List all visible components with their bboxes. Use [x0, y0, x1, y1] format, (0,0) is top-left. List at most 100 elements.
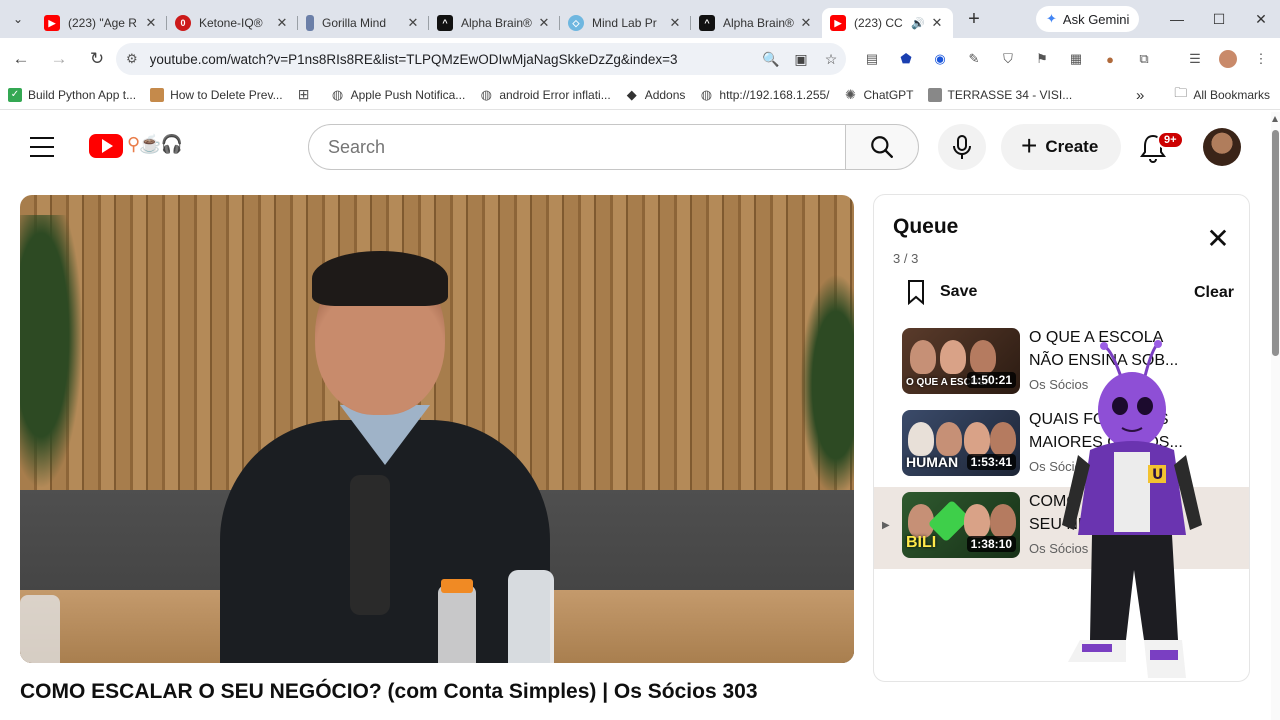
tab-title: (223) "Age R — [68, 16, 137, 30]
tab-title: Mind Lab Pr — [592, 16, 657, 30]
ask-gemini-button[interactable]: ✦ Ask Gemini — [1036, 6, 1140, 32]
extension-icon[interactable]: ⚑ — [1033, 50, 1051, 68]
apps-icon: ⊞ — [297, 86, 310, 102]
reload-icon[interactable]: ↻ — [80, 42, 114, 76]
close-tab-icon[interactable]: ✕ — [274, 15, 290, 31]
tab-title: Alpha Brain® — [461, 16, 532, 30]
close-tab-icon[interactable]: ✕ — [667, 15, 683, 31]
url-text[interactable]: youtube.com/watch?v=P1ns8RIs8RE&list=TLP… — [150, 52, 756, 67]
close-queue-icon[interactable]: ✕ — [1204, 225, 1232, 253]
thumbnail-caption: HUMAN — [906, 454, 959, 470]
bookmark-item[interactable]: ◍ android Error inflati... — [479, 87, 611, 102]
cast-icon[interactable]: ▣ — [786, 51, 816, 68]
alpha-brain-icon: ^ — [437, 15, 453, 31]
now-playing-icon: ▶ — [882, 520, 890, 531]
bookmark-item[interactable]: How to Delete Prev... — [150, 87, 283, 102]
page-scrollbar[interactable] — [1271, 112, 1280, 720]
video-duration: 1:53:41 — [966, 454, 1016, 470]
bookmark-star-icon[interactable]: ☆ — [816, 51, 846, 68]
bookmark-label: Build Python App t... — [28, 87, 137, 102]
account-avatar[interactable] — [1203, 128, 1241, 166]
youtube-doodle-icon[interactable]: ⚲☕🎧 — [127, 134, 183, 155]
extension-icon[interactable]: ✎ — [965, 50, 983, 68]
video-title: COMO ESCALAR O SEU NEGÓCIO? (com Conta S… — [20, 680, 758, 703]
extension-icon[interactable]: ⛉ — [999, 50, 1017, 68]
video-frame-microphone — [350, 475, 390, 615]
close-window-icon[interactable]: ✕ — [1238, 0, 1280, 38]
video-thumbnail[interactable]: O QUE A ESCOLA 1:50:21 — [902, 328, 1020, 394]
site-settings-icon[interactable]: ⚙ — [126, 51, 138, 67]
more-bookmarks-chevron[interactable]: » — [1136, 87, 1144, 104]
voice-search-button[interactable] — [938, 124, 986, 170]
speaker-icon[interactable]: 🔊 — [911, 17, 925, 30]
youtube-logo[interactable] — [89, 134, 123, 158]
reading-list-icon[interactable]: ☰ — [1186, 50, 1204, 68]
browser-tab[interactable]: ▶ (223) "Age R ✕ — [36, 8, 167, 38]
clear-queue-button[interactable]: Clear — [1194, 284, 1234, 302]
bookmark-item[interactable]: TERRASSE 34 - VISI... — [927, 87, 1072, 102]
extension-icon[interactable]: ▦ — [1067, 50, 1085, 68]
globe-icon: ◍ — [331, 86, 344, 102]
tab-search-chevron-icon[interactable]: ⌄ — [0, 0, 36, 38]
shield-extension-icon[interactable]: ⬟ — [897, 50, 915, 68]
gorilla-icon — [306, 15, 314, 31]
close-tab-icon[interactable]: ✕ — [405, 15, 421, 31]
close-tab-icon[interactable]: ✕ — [143, 15, 159, 31]
chrome-menu-icon[interactable]: ⋮ — [1252, 50, 1270, 68]
close-tab-icon[interactable]: ✕ — [929, 15, 945, 31]
browser-tab-active[interactable]: ▶ (223) CC 🔊 ✕ — [822, 8, 953, 38]
video-frame-plant — [20, 215, 90, 515]
search-box[interactable] — [308, 124, 846, 170]
close-tab-icon[interactable]: ✕ — [536, 15, 552, 31]
extension-icon[interactable]: ● — [1101, 50, 1119, 68]
tab-title: Gorilla Mind — [322, 16, 387, 30]
close-tab-icon[interactable]: ✕ — [798, 15, 814, 31]
menu-hamburger-icon[interactable] — [30, 137, 54, 157]
back-arrow-icon[interactable]: ← — [4, 42, 38, 76]
youtube-icon: ▶ — [44, 15, 60, 31]
maximize-window-icon[interactable]: ☐ — [1196, 0, 1242, 38]
folder-icon: 🗀 — [1174, 85, 1188, 100]
scrollbar-thumb[interactable] — [1272, 130, 1279, 356]
video-frame-bottle — [20, 595, 60, 663]
extensions-puzzle-icon[interactable]: ⧉ — [1135, 50, 1153, 68]
extension-icon[interactable]: ▤ — [863, 50, 881, 68]
new-tab-icon[interactable]: + — [959, 8, 989, 31]
mindlab-icon: ◇ — [568, 15, 584, 31]
video-thumbnail[interactable]: HUMAN 1:53:41 — [902, 410, 1020, 476]
video-thumbnail[interactable]: BILI 1:38:10 — [902, 492, 1020, 558]
create-button[interactable]: + Create — [1001, 124, 1121, 170]
thumbnail-caption: BILI — [906, 534, 937, 551]
circle-extension-icon[interactable]: ◉ — [931, 50, 949, 68]
browser-tab[interactable]: Gorilla Mind ✕ — [298, 8, 429, 38]
video-player[interactable] — [20, 195, 854, 663]
bookmark-item[interactable]: ◍ http://192.168.1.255/ — [699, 87, 830, 102]
bookmark-item[interactable]: ◆ Addons — [625, 87, 686, 102]
browser-tab[interactable]: ^ Alpha Brain® ✕ — [429, 8, 560, 38]
alpha-brain-icon: ^ — [699, 15, 715, 31]
video-frame-plant — [794, 255, 854, 515]
bookmark-item[interactable]: ✺ ChatGPT — [844, 87, 913, 102]
bookmark-label: http://192.168.1.255/ — [719, 87, 830, 102]
address-bar[interactable]: ⚙ youtube.com/watch?v=P1ns8RIs8RE&list=T… — [116, 43, 846, 75]
search-button[interactable] — [845, 124, 919, 170]
all-bookmarks-link[interactable]: All Bookmarks — [1193, 88, 1270, 102]
browser-tab[interactable]: ^ Alpha Brain® ✕ — [691, 8, 822, 38]
browser-tab[interactable]: 0 Ketone-IQ® ✕ — [167, 8, 298, 38]
zoom-icon[interactable]: 🔍 — [756, 51, 786, 68]
bookmark-icon — [908, 280, 924, 305]
bookmark-label: Apple Push Notifica... — [350, 87, 466, 102]
svg-text:U: U — [1152, 467, 1163, 483]
forward-arrow-icon[interactable]: → — [42, 42, 76, 76]
save-queue-button[interactable]: Save — [904, 279, 977, 305]
search-input[interactable] — [328, 136, 846, 158]
bookmark-item[interactable]: ⊞ — [297, 86, 317, 102]
scroll-up-arrow-icon[interactable] — [1272, 116, 1278, 122]
queue-position: 3 / 3 — [893, 251, 919, 266]
browser-tab[interactable]: ◇ Mind Lab Pr ✕ — [560, 8, 691, 38]
minimize-window-icon[interactable]: — — [1154, 0, 1200, 38]
bookmark-item[interactable]: ✓ Build Python App t... — [8, 87, 137, 102]
profile-avatar[interactable] — [1219, 50, 1237, 68]
bookmark-item[interactable]: ◍ Apple Push Notifica... — [331, 86, 466, 102]
video-duration: 1:38:10 — [966, 536, 1016, 552]
